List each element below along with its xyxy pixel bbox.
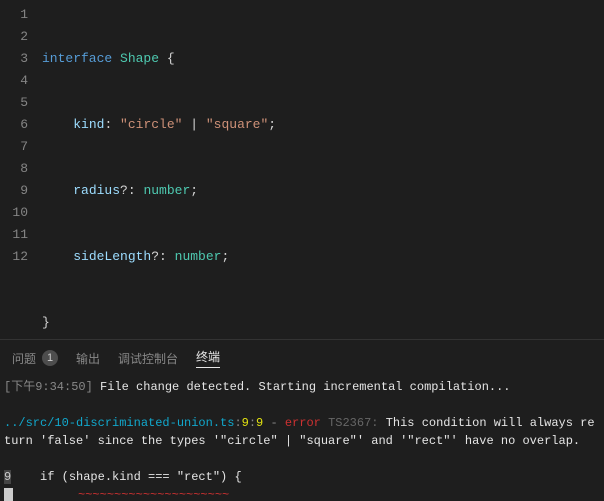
line-number: 7 [0,136,28,158]
terminal-line: [下午9:34:50] [4,380,100,394]
terminal-output[interactable]: [下午9:34:50] File change detected. Starti… [0,374,604,501]
error-code: TS2367: [328,416,378,430]
code-line: kind: "circle" | "square"; [42,114,604,136]
code-line: sideLength?: number; [42,246,604,268]
error-label: error [285,416,321,430]
line-number: 3 [0,48,28,70]
line-number: 8 [0,158,28,180]
line-number: 10 [0,202,28,224]
error-squiggle-line: ~~~~~~~~~~~~~~~~~~~~~ [13,488,229,501]
line-number: 5 [0,92,28,114]
tab-label: 问题 [12,350,36,367]
panel-tabs: 问题 1 输出 调试控制台 终端 [0,340,604,374]
tab-terminal[interactable]: 终端 [196,348,220,368]
tab-output[interactable]: 输出 [76,350,100,367]
code-line: radius?: number; [42,180,604,202]
code-content[interactable]: interface Shape { kind: "circle" | "squa… [42,0,604,339]
tab-label: 调试控制台 [118,350,178,367]
line-number: 9 [0,180,28,202]
terminal-cursor [4,488,13,501]
tab-problems[interactable]: 问题 1 [12,350,58,367]
error-line: 9 [242,416,249,430]
error-file-path: ../src/10-discriminated-union.ts [4,416,234,430]
line-number: 4 [0,70,28,92]
line-number: 11 [0,224,28,246]
tab-label: 终端 [196,348,220,365]
line-number: 1 [0,4,28,26]
line-number-gutter: 1 2 3 4 5 6 7 8 9 10 11 12 [0,0,42,339]
terminal-line: File change detected. Starting increment… [100,380,510,394]
problems-count-badge: 1 [42,350,58,366]
code-line: } [42,312,604,334]
code-editor[interactable]: 1 2 3 4 5 6 7 8 9 10 11 12 interface Sha… [0,0,604,339]
bottom-panel: 问题 1 输出 调试控制台 终端 [下午9:34:50] File change… [0,339,604,501]
code-line: interface Shape { [42,48,604,70]
line-number: 6 [0,114,28,136]
snippet-code: if (shape.kind === "rect") { [11,470,241,484]
line-number: 2 [0,26,28,48]
tab-debug-console[interactable]: 调试控制台 [118,350,178,367]
line-number: 12 [0,246,28,268]
tab-label: 输出 [76,350,100,367]
